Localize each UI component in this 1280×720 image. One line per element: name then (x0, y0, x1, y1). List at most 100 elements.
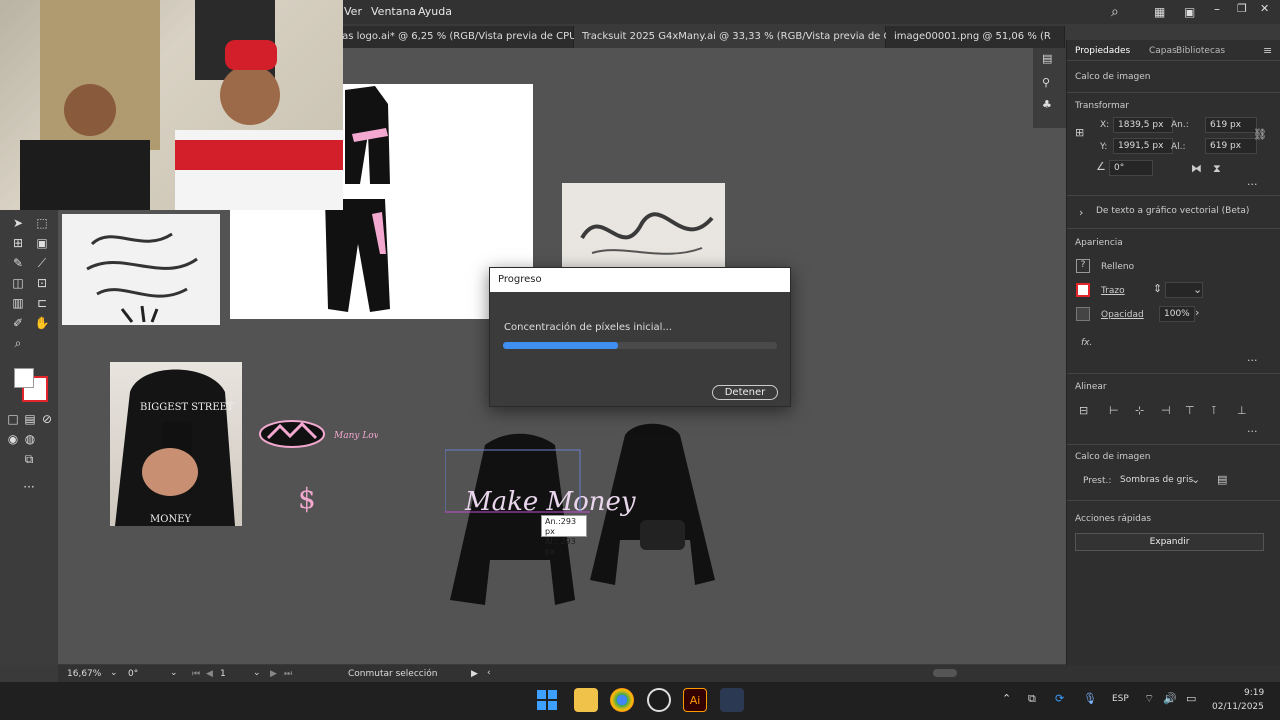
draw-mode-icon[interactable]: ◉ (4, 430, 22, 448)
chrome-icon[interactable] (610, 688, 634, 712)
preset-chevron-icon[interactable]: ⌄ (1191, 473, 1200, 486)
flip-vertical-icon[interactable]: ⧗ (1213, 162, 1221, 176)
artboard-chevron-icon[interactable]: ⌄ (253, 668, 261, 678)
microphone-icon[interactable]: 🎙 (1083, 692, 1097, 705)
menu-ver[interactable]: Ver (344, 5, 362, 18)
battery-icon[interactable]: ▭ (1186, 692, 1196, 705)
pink-logos[interactable]: $ Many Lover Maker (258, 418, 422, 518)
hand-tool-icon[interactable]: ✋ (33, 314, 51, 332)
arrange-icon[interactable]: ▣ (1184, 5, 1195, 19)
workspace-icon[interactable]: ▦ (1154, 5, 1165, 19)
change-screen-icon[interactable]: ⧉ (20, 450, 38, 468)
preset-select[interactable]: Sombras de gris (1115, 472, 1203, 488)
status-arrow-icon[interactable]: ▶ (471, 669, 478, 679)
gradient-mode-icon[interactable]: ▤ (21, 410, 39, 428)
reference-photo[interactable]: BIGGEST STREET MONEY (110, 362, 242, 526)
more-appearance-icon[interactable]: ··· (1247, 354, 1258, 367)
chevron-right-icon[interactable]: › (1079, 206, 1083, 219)
align-vcenter-icon[interactable]: ⊺ (1211, 404, 1217, 417)
direct-select-tool-icon[interactable]: ⬚ (33, 214, 51, 232)
align-top-icon[interactable]: ⊤ (1185, 404, 1195, 417)
stop-button[interactable]: Detener (712, 385, 778, 400)
window-close-icon[interactable]: ✕ (1260, 2, 1269, 15)
eyedropper-tool-icon[interactable]: ⟋ (33, 254, 51, 272)
zoom-chevron-icon[interactable]: ⌄ (110, 668, 118, 678)
flip-horizontal-icon[interactable]: ⧓ (1191, 162, 1202, 175)
pen-tool-icon[interactable]: ✐ (9, 314, 27, 332)
reference-point-icon[interactable]: ⊞ (1075, 126, 1084, 139)
fill-swatch[interactable] (14, 368, 34, 388)
warp-tool-icon[interactable]: ⊞ (9, 234, 27, 252)
fill-mode-icon[interactable]: □ (4, 410, 22, 428)
symbols-dock-icon[interactable]: ♣ (1042, 98, 1052, 111)
sketch-lettering-image[interactable] (62, 214, 220, 325)
more-options-icon[interactable]: ··· (1247, 178, 1258, 191)
tray-chevron-icon[interactable]: ⌃ (1002, 692, 1011, 705)
clock-time[interactable]: 9:19 (1244, 688, 1264, 698)
horizontal-scrollbar[interactable] (933, 669, 957, 677)
tab-libraries[interactable]: Bibliotecas (1176, 46, 1225, 56)
symbol-tool-icon[interactable]: ⊡ (33, 274, 51, 292)
shape-builder-icon[interactable]: ◫ (9, 274, 27, 292)
align-right-icon[interactable]: ⊣ (1161, 404, 1171, 417)
next-artboard-icon[interactable]: ▶ (270, 669, 277, 679)
properties-dock-icon[interactable]: ▤ (1042, 52, 1052, 65)
trace-options-icon[interactable]: ▤ (1217, 473, 1227, 486)
search-icon[interactable]: ⌕ (1111, 4, 1119, 20)
panel-menu-icon[interactable]: ≡ (1263, 44, 1272, 57)
clock-date[interactable]: 02/11/2025 (1212, 702, 1264, 712)
volume-icon[interactable]: 🔊 (1163, 692, 1177, 705)
artboard-number[interactable]: 1 (220, 669, 226, 679)
align-left-icon[interactable]: ⊢ (1109, 404, 1119, 417)
zoom-tool-icon[interactable]: ⌕ (9, 334, 27, 352)
language-indicator[interactable]: ESP (1112, 694, 1129, 704)
chevron-down-icon[interactable]: ⌄ (1193, 283, 1202, 296)
sketch-money-image[interactable] (562, 183, 725, 275)
zoom-level[interactable]: 16,67% (67, 669, 101, 679)
tab-ras-logo[interactable]: ras logo.ai* @ 6,25 % (RGB/Vista previa … (330, 26, 595, 48)
fill-unknown-icon[interactable]: ? (1076, 259, 1090, 273)
opacity-chevron-icon[interactable]: › (1195, 306, 1199, 319)
gradient-tool-icon[interactable]: ▣ (33, 234, 51, 252)
selection-tool-icon[interactable]: ➤ (9, 214, 27, 232)
tab-layers[interactable]: Capas (1149, 46, 1177, 56)
file-explorer-icon[interactable] (574, 688, 598, 712)
expand-button[interactable]: Expandir (1075, 533, 1264, 551)
more-align-icon[interactable]: ··· (1247, 425, 1258, 438)
opacity-label[interactable]: Opacidad (1101, 310, 1144, 320)
sync-icon[interactable]: ⟳ (1055, 692, 1064, 705)
prev-artboard-icon[interactable]: ◀ (206, 669, 213, 679)
snipping-tool-icon[interactable] (720, 688, 744, 712)
minimize-icon[interactable]: – (1214, 2, 1220, 16)
stroke-label[interactable]: Trazo (1101, 286, 1125, 296)
windows-start-icon[interactable] (537, 690, 557, 710)
artboard-tool-icon[interactable]: ⊏ (33, 294, 51, 312)
y-field[interactable]: 1991,5 px (1113, 138, 1173, 154)
screen-mode-icon[interactable]: ◍ (21, 430, 39, 448)
angle-field[interactable]: 0° (1109, 160, 1153, 176)
puppet-dock-icon[interactable]: ⚲ (1042, 76, 1050, 89)
fill-label[interactable]: Relleno (1101, 262, 1134, 272)
tab-image00001[interactable]: image00001.png @ 51,06 % (R (886, 26, 1065, 48)
brush-tool-icon[interactable]: ✎ (9, 254, 27, 272)
align-hcenter-icon[interactable]: ⊹ (1135, 404, 1144, 417)
none-mode-icon[interactable]: ⊘ (38, 410, 56, 428)
capcut-icon[interactable] (647, 688, 671, 712)
align-to-icon[interactable]: ⊟ (1079, 404, 1088, 417)
menu-ayuda[interactable]: Ayuda (418, 5, 452, 18)
link-icon[interactable]: ⛓ (1253, 128, 1267, 141)
height-field[interactable]: 619 px (1205, 138, 1257, 154)
more-tools-icon[interactable]: ··· (20, 478, 38, 496)
illustrator-icon[interactable]: Ai (683, 688, 707, 712)
x-field[interactable]: 1839,5 px (1113, 117, 1173, 133)
fx-label[interactable]: fx. (1081, 338, 1092, 348)
scroll-left-icon[interactable]: ‹ (487, 668, 491, 678)
align-bottom-icon[interactable]: ⊥ (1237, 404, 1247, 417)
tab-tracksuit[interactable]: Tracksuit 2025 G4xMany.ai @ 33,33 % (RGB… (574, 26, 922, 48)
graph-tool-icon[interactable]: ▥ (9, 294, 27, 312)
last-artboard-icon[interactable]: ⏭ (284, 669, 292, 679)
opacity-field[interactable]: 100% (1159, 306, 1195, 322)
wifi-icon[interactable]: ⌔ (1144, 692, 1154, 706)
width-field[interactable]: 619 px (1205, 117, 1257, 133)
rotation-level[interactable]: 0° (128, 669, 138, 679)
